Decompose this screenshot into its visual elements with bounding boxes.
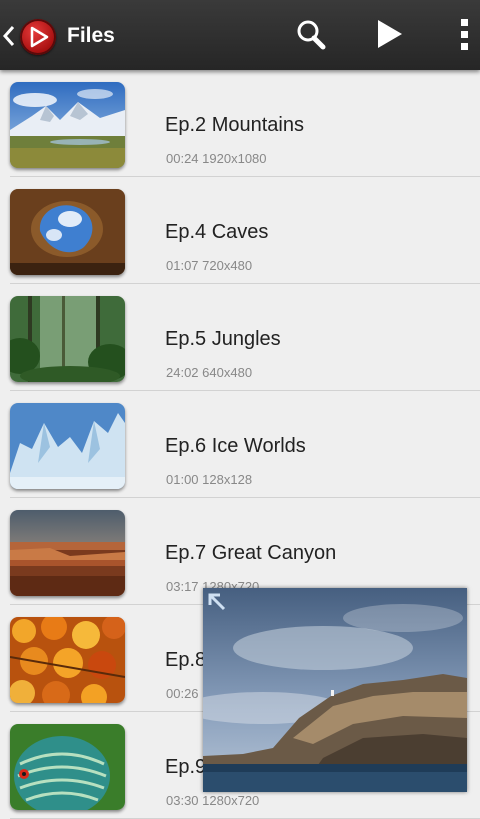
file-resolution: 1920x1080	[202, 151, 267, 166]
thumbnail-autumn-leaves	[10, 617, 125, 703]
file-meta: 00:24 1920x1080	[166, 151, 267, 166]
popup-video-player[interactable]	[203, 588, 467, 792]
popup-video-frame	[203, 588, 467, 792]
file-meta: 24:02 640x480	[166, 365, 252, 380]
file-duration: 00:26	[166, 686, 199, 701]
thumbnail-mountains	[10, 82, 125, 168]
file-resolution: 720x480	[202, 258, 253, 273]
thumbnail-fish	[10, 724, 125, 810]
list-item[interactable]: Ep.6 Ice Worlds 01:00 128x128	[0, 391, 480, 498]
thumbnail-ice-worlds	[10, 403, 125, 489]
thumbnail-great-canyon	[10, 510, 125, 596]
app-logo-icon[interactable]	[20, 19, 56, 55]
file-meta: 01:00 128x128	[166, 472, 252, 487]
file-duration: 24:02	[166, 365, 199, 380]
thumbnail-caves	[10, 189, 125, 275]
file-title: Ep.8	[165, 649, 207, 671]
list-item[interactable]: Ep.2 Mountains 00:24 1920x1080	[0, 70, 480, 177]
play-icon[interactable]	[376, 18, 404, 50]
overflow-menu-icon[interactable]	[458, 17, 472, 53]
file-title: Ep.6 Ice Worlds	[165, 435, 306, 457]
file-duration: 01:00	[166, 472, 199, 487]
file-title: Ep.2 Mountains	[165, 114, 304, 136]
file-duration: 03:17	[166, 579, 199, 594]
expand-icon[interactable]	[206, 591, 228, 613]
file-meta: 03:30 1280x720	[166, 793, 259, 808]
file-resolution: 1280x720	[202, 793, 260, 808]
file-duration: 03:30	[166, 793, 199, 808]
back-icon[interactable]	[2, 24, 16, 48]
file-title: Ep.9	[165, 756, 207, 778]
file-duration: 01:07	[166, 258, 199, 273]
list-item[interactable]: Ep.4 Caves 01:07 720x480	[0, 177, 480, 284]
file-title: Ep.7 Great Canyon	[165, 542, 337, 564]
file-duration: 00:24	[166, 151, 199, 166]
file-title: Ep.5 Jungles	[165, 328, 281, 350]
file-meta: 00:26	[166, 686, 199, 701]
thumbnail-jungles	[10, 296, 125, 382]
file-resolution: 640x480	[202, 365, 253, 380]
file-title: Ep.4 Caves	[165, 221, 269, 243]
file-meta: 01:07 720x480	[166, 258, 252, 273]
page-title: Files	[67, 24, 115, 47]
file-resolution: 128x128	[202, 472, 253, 487]
list-item[interactable]: Ep.5 Jungles 24:02 640x480	[0, 284, 480, 391]
app-bar: Files	[0, 0, 480, 70]
search-icon[interactable]	[296, 16, 328, 52]
